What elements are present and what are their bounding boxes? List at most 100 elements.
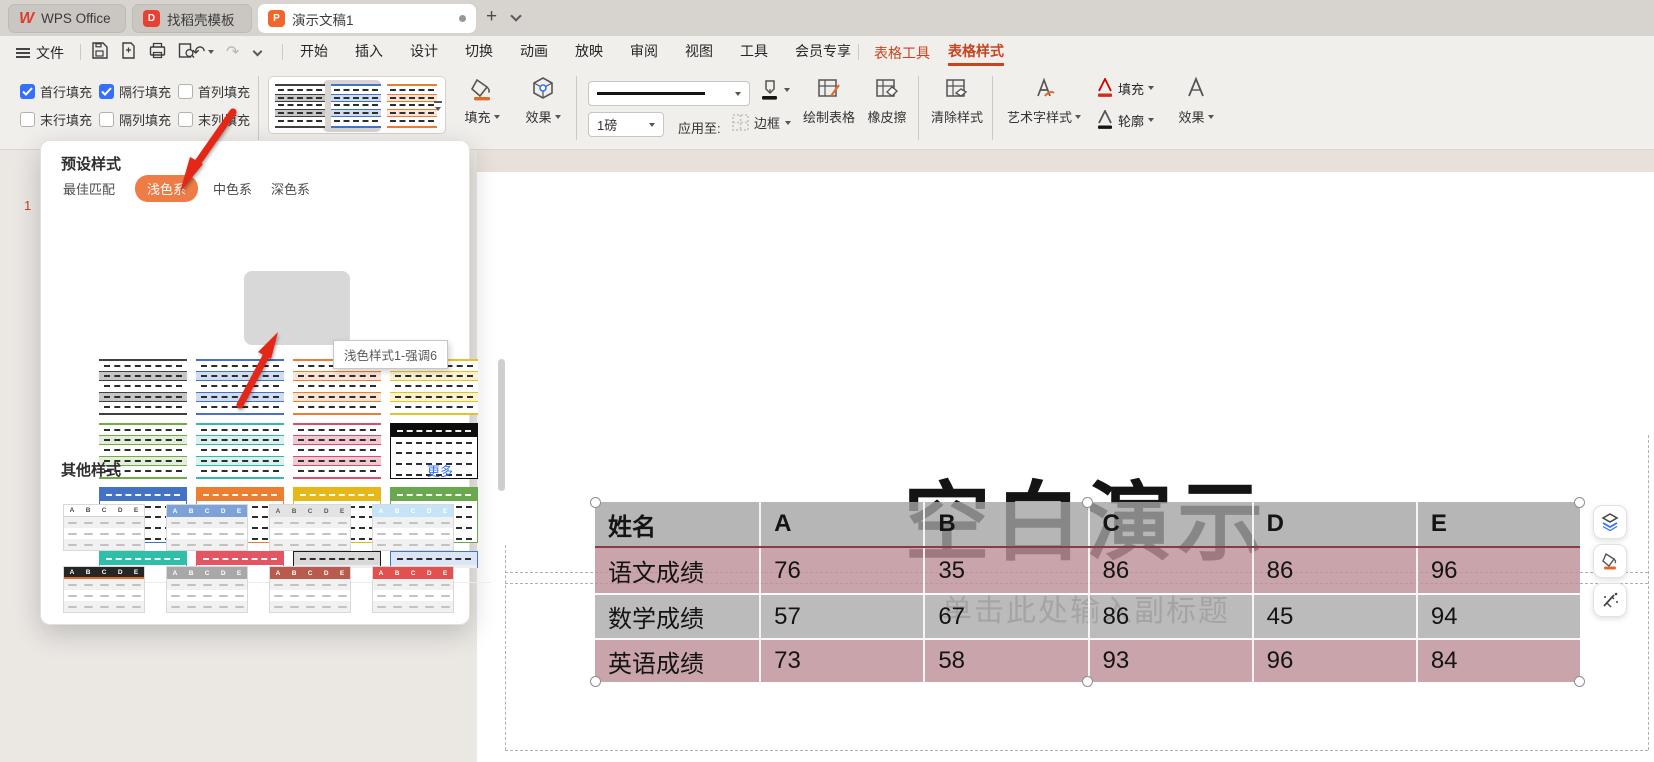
- border-button[interactable]: 边框: [732, 113, 791, 132]
- selection-handle-bottom-right[interactable]: [1574, 676, 1585, 687]
- checkbox-box[interactable]: [99, 112, 114, 127]
- checkbox-box[interactable]: [178, 112, 193, 127]
- table-cell[interactable]: 76: [759, 548, 923, 593]
- checkbox-box[interactable]: [178, 84, 193, 99]
- more-styles-link[interactable]: 更多: [427, 461, 453, 480]
- other-style-thumb[interactable]: ABCDE: [166, 504, 248, 551]
- checkbox-隔列填充[interactable]: 隔列填充: [99, 110, 171, 129]
- redo-icon[interactable]: ↷: [226, 42, 239, 62]
- effect-button[interactable]: 效果: [516, 76, 570, 126]
- line-weight-select[interactable]: 1磅: [588, 112, 664, 137]
- preset-style-thumb-selected[interactable]: [293, 423, 381, 479]
- ribbon-tab-9[interactable]: 工具: [740, 41, 768, 61]
- table-cell[interactable]: 英语成绩: [595, 640, 759, 682]
- selection-handle-top-left[interactable]: [590, 497, 601, 508]
- export-icon[interactable]: [119, 41, 138, 60]
- ribbon-tab-10[interactable]: 会员专享: [795, 41, 851, 61]
- panel-tab-深色系[interactable]: 深色系: [271, 179, 310, 198]
- selection-handle-top-center[interactable]: [1082, 497, 1093, 508]
- table-cell[interactable]: 86: [1088, 595, 1252, 638]
- table-header-cell[interactable]: 姓名: [595, 502, 759, 546]
- table-header-cell[interactable]: C: [1088, 502, 1252, 546]
- selection-handle-bottom-left[interactable]: [590, 676, 601, 687]
- table-cell[interactable]: 语文成绩: [595, 548, 759, 593]
- table-cell[interactable]: 45: [1252, 595, 1416, 638]
- tab-document[interactable]: P 演示文稿1: [258, 4, 476, 33]
- gallery-style-thumb[interactable]: [275, 84, 325, 128]
- layer-order-button[interactable]: [1593, 505, 1627, 539]
- other-style-thumb[interactable]: ABCDE: [269, 566, 351, 613]
- tab-wps-office[interactable]: W WPS Office: [8, 4, 126, 33]
- other-style-thumb[interactable]: ABCDE: [63, 566, 145, 613]
- quick-tools-button[interactable]: [1593, 583, 1627, 617]
- table-header-cell[interactable]: D: [1252, 502, 1416, 546]
- pen-color-button[interactable]: [758, 78, 790, 102]
- text-outline-button[interactable]: 轮廓: [1096, 110, 1154, 130]
- checkbox-隔行填充[interactable]: 隔行填充: [99, 82, 171, 101]
- table-cell[interactable]: 73: [759, 640, 923, 682]
- selection-handle-top-right[interactable]: [1574, 497, 1585, 508]
- checkbox-首列填充[interactable]: 首列填充: [178, 82, 250, 101]
- gallery-style-thumb[interactable]: [331, 84, 381, 128]
- tab-list-chevron-icon[interactable]: [510, 10, 521, 21]
- other-style-thumb[interactable]: ABCDE: [166, 566, 248, 613]
- checkbox-box[interactable]: [20, 84, 35, 99]
- panel-scrollbar[interactable]: [498, 359, 505, 491]
- table-cell[interactable]: 数学成绩: [595, 595, 759, 638]
- table-header-cell[interactable]: B: [923, 502, 1087, 546]
- undo-button[interactable]: ↶: [192, 42, 214, 62]
- selection-handle-bottom-center[interactable]: [1082, 676, 1093, 687]
- line-style-select[interactable]: [588, 81, 750, 106]
- ribbon-tab-4[interactable]: 切换: [465, 41, 493, 61]
- table-cell[interactable]: 93: [1088, 640, 1252, 682]
- ribbon-tab-7[interactable]: 审阅: [630, 41, 658, 61]
- table-cell[interactable]: 86: [1252, 548, 1416, 593]
- table-cell[interactable]: 35: [923, 548, 1087, 593]
- fill-button[interactable]: 填充: [456, 76, 508, 126]
- more-commands-chevron-icon[interactable]: [253, 47, 263, 57]
- slide-table[interactable]: 姓名ABCDE语文成绩7635868696数学成绩5767864594英语成绩7…: [595, 502, 1580, 682]
- table-cell[interactable]: 94: [1416, 595, 1580, 638]
- table-cell[interactable]: 67: [923, 595, 1087, 638]
- tab-table-style[interactable]: 表格样式: [948, 36, 1004, 66]
- wordart-style-button[interactable]: 艺术字样式: [1002, 76, 1086, 126]
- print-icon[interactable]: [148, 41, 167, 60]
- checkbox-末列填充[interactable]: 末列填充: [178, 110, 250, 129]
- quick-fill-button[interactable]: [1593, 544, 1627, 578]
- other-style-thumb[interactable]: ABCDE: [269, 504, 351, 551]
- other-style-thumb[interactable]: ABCDE: [372, 504, 454, 551]
- ribbon-tab-8[interactable]: 视图: [685, 41, 713, 61]
- ribbon-tab-2[interactable]: 插入: [355, 41, 383, 61]
- ribbon-tab-3[interactable]: 设计: [410, 41, 438, 61]
- file-menu[interactable]: 文件: [16, 43, 64, 63]
- table-cell[interactable]: 84: [1416, 640, 1580, 682]
- table-header-cell[interactable]: A: [759, 502, 923, 546]
- tab-table-tools[interactable]: 表格工具: [874, 43, 930, 63]
- panel-tab-浅色系[interactable]: 浅色系: [135, 175, 198, 202]
- checkbox-末行填充[interactable]: 末行填充: [20, 110, 92, 129]
- save-icon[interactable]: [90, 41, 109, 60]
- table-cell[interactable]: 86: [1088, 548, 1252, 593]
- text-fill-button[interactable]: 填充: [1096, 78, 1154, 98]
- text-effect-button[interactable]: 效果: [1168, 76, 1224, 126]
- checkbox-首行填充[interactable]: 首行填充: [20, 82, 92, 101]
- gallery-more-button[interactable]: [429, 77, 446, 135]
- draw-table-button[interactable]: 绘制表格: [800, 76, 858, 126]
- table-cell[interactable]: 58: [923, 640, 1087, 682]
- ribbon-tab-6[interactable]: 放映: [575, 41, 603, 61]
- table-cell[interactable]: 96: [1416, 548, 1580, 593]
- ribbon-tab-5[interactable]: 动画: [520, 41, 548, 61]
- ribbon-tab-1[interactable]: 开始: [300, 41, 328, 61]
- table-header-cell[interactable]: E: [1416, 502, 1580, 546]
- preset-style-thumb[interactable]: [196, 359, 284, 415]
- tab-docer-templates[interactable]: D 找稻壳模板: [132, 4, 252, 33]
- panel-tab-最佳匹配[interactable]: 最佳匹配: [63, 179, 115, 198]
- clear-style-button[interactable]: 清除样式: [928, 76, 986, 126]
- checkbox-box[interactable]: [99, 84, 114, 99]
- other-style-thumb[interactable]: ABCDE: [63, 504, 145, 551]
- other-style-thumb[interactable]: ABCDE: [372, 566, 454, 613]
- new-tab-button[interactable]: +: [486, 6, 497, 28]
- panel-tab-中色系[interactable]: 中色系: [213, 179, 252, 198]
- eraser-button[interactable]: 橡皮擦: [862, 76, 912, 126]
- preset-style-thumb[interactable]: [99, 359, 187, 415]
